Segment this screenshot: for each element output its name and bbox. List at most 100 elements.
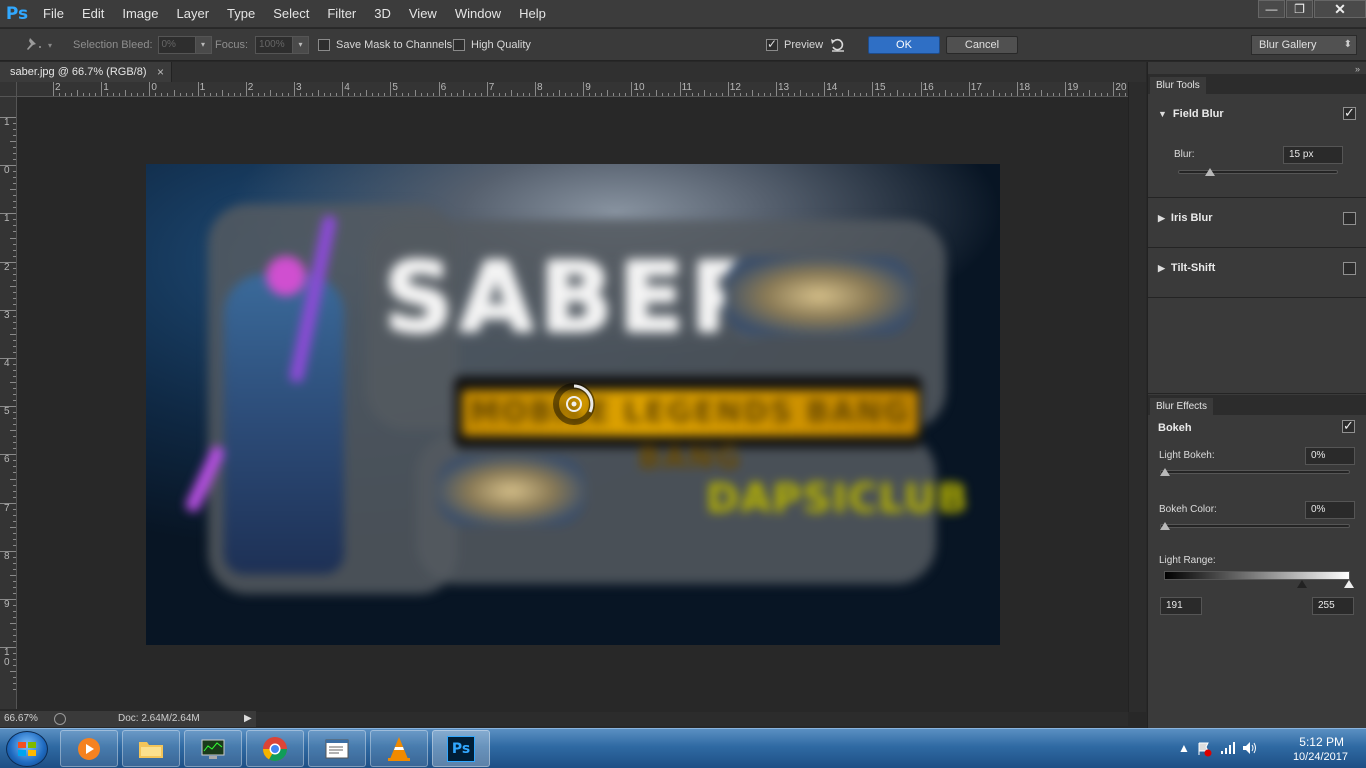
workspace-select[interactable]: Blur Gallery: [1251, 35, 1357, 55]
ruler-origin[interactable]: [0, 82, 17, 97]
light-range-high-input[interactable]: 255: [1312, 597, 1354, 615]
cancel-button[interactable]: Cancel: [946, 36, 1018, 54]
menu-type[interactable]: Type: [218, 0, 264, 28]
taskbar-notepad[interactable]: [308, 730, 366, 767]
high-quality-checkbox-box[interactable]: [453, 39, 465, 51]
menu-image[interactable]: Image: [113, 0, 167, 28]
preview-checkbox-box[interactable]: [766, 37, 778, 51]
menu-select[interactable]: Select: [264, 0, 318, 28]
bokeh-color-slider-thumb[interactable]: [1160, 522, 1170, 530]
focus-dropdown[interactable]: ▾: [293, 36, 310, 54]
tab-blur-tools[interactable]: Blur Tools: [1150, 77, 1206, 94]
tilt-shift-section: ▶ Tilt-Shift: [1148, 248, 1366, 298]
volume-icon[interactable]: [1242, 741, 1258, 755]
light-bokeh-input[interactable]: 0%: [1305, 447, 1355, 465]
ruler-tick: [468, 93, 470, 96]
preview-label: Preview: [784, 39, 824, 51]
ruler-tick: [336, 93, 338, 96]
menu-edit[interactable]: Edit: [73, 0, 113, 28]
taskbar-chrome[interactable]: [246, 730, 304, 767]
zoom-level[interactable]: 66.67%: [4, 713, 38, 724]
light-range-high-thumb[interactable]: [1344, 580, 1354, 588]
taskbar-vlc[interactable]: [370, 730, 428, 767]
ruler-tick: [221, 90, 223, 96]
menu-layer[interactable]: Layer: [168, 0, 219, 28]
ruler-tick: [312, 93, 314, 96]
ruler-tick: [13, 345, 16, 347]
action-center-flag-icon[interactable]: [1196, 741, 1212, 757]
vlc-cone-icon: [388, 736, 410, 761]
bokeh-color-input[interactable]: 0%: [1305, 501, 1355, 519]
horizontal-ruler[interactable]: 2 1 0 1 2 3 4 5 6 7 8 9 10 11 12 13 14 15 16 17 18 19 20: [17, 82, 1128, 97]
light-range-low-input[interactable]: 191: [1160, 597, 1202, 615]
bokeh-checkbox[interactable]: [1342, 418, 1355, 434]
field-blur-checkbox[interactable]: [1343, 105, 1356, 121]
status-icon[interactable]: [54, 713, 66, 725]
document-size: Doc: 2.64M/2.64M: [118, 713, 200, 724]
menu-3d[interactable]: 3D: [365, 0, 400, 28]
tool-preset-picker[interactable]: ▾: [22, 29, 52, 61]
preview-checkbox[interactable]: Preview: [766, 29, 823, 61]
menu-file[interactable]: File: [34, 0, 73, 28]
ruler-tick: [13, 315, 16, 317]
light-bokeh-slider-track[interactable]: [1160, 470, 1350, 474]
light-bokeh-slider-thumb[interactable]: [1160, 468, 1170, 476]
iris-blur-checkbox[interactable]: [1343, 212, 1356, 225]
vertical-scrollbar[interactable]: [1128, 82, 1146, 712]
selection-bleed-dropdown[interactable]: ▾: [195, 36, 212, 54]
selection-bleed-input[interactable]: 0%: [157, 36, 196, 54]
taskbar-media-player[interactable]: [60, 730, 118, 767]
status-menu-arrow-icon[interactable]: ▶: [244, 713, 252, 724]
menu-bar: Ps File Edit Image Layer Type Select Fil…: [0, 0, 1366, 28]
selection-bleed-group: Selection Bleed: 0% ▾: [73, 29, 212, 61]
ok-button[interactable]: OK: [868, 36, 940, 54]
menu-window[interactable]: Window: [446, 0, 510, 28]
tilt-shift-checkbox[interactable]: [1343, 262, 1356, 275]
close-button[interactable]: ✕: [1314, 0, 1366, 18]
ruler-tick: [13, 351, 16, 353]
clock-time[interactable]: 5:12 PM: [1299, 735, 1344, 749]
save-mask-checkbox[interactable]: Save Mask to Channels: [318, 29, 452, 61]
field-blur-header[interactable]: ▼ Field Blur: [1158, 108, 1224, 120]
iris-blur-header[interactable]: ▶ Iris Blur: [1158, 212, 1213, 224]
tilt-shift-header[interactable]: ▶ Tilt-Shift: [1158, 262, 1215, 274]
ruler-tick: [13, 159, 16, 161]
document-tab[interactable]: saber.jpg @ 66.7% (RGB/8) ×: [0, 62, 172, 82]
media-player-icon: [78, 737, 100, 760]
bokeh-color-slider-track[interactable]: [1160, 524, 1350, 528]
vertical-ruler[interactable]: 101234567891 0: [0, 97, 17, 709]
tab-blur-effects[interactable]: Blur Effects: [1150, 398, 1213, 415]
blur-slider-thumb[interactable]: [1205, 168, 1215, 176]
ruler-tick: [13, 321, 16, 323]
ruler-tick: [155, 93, 157, 96]
menu-view[interactable]: View: [400, 0, 446, 28]
ruler-tick: [553, 93, 555, 96]
taskbar-task-manager[interactable]: [184, 730, 242, 767]
menu-help[interactable]: Help: [510, 0, 555, 28]
minimize-button[interactable]: —: [1258, 0, 1285, 18]
close-tab-icon[interactable]: ×: [157, 62, 164, 82]
clock-date[interactable]: 10/24/2017: [1293, 751, 1348, 763]
save-mask-checkbox-box[interactable]: [318, 39, 330, 51]
high-quality-checkbox[interactable]: High Quality: [453, 29, 531, 61]
horizontal-scrollbar[interactable]: [256, 712, 1128, 726]
ruler-tick: [1035, 93, 1037, 96]
blur-slider-track[interactable]: [1178, 170, 1338, 174]
restore-button[interactable]: ❐: [1286, 0, 1313, 18]
taskbar-file-explorer[interactable]: [122, 730, 180, 767]
network-signal-icon[interactable]: [1220, 741, 1236, 755]
reset-pins-button[interactable]: [829, 29, 847, 61]
light-range-gradient[interactable]: [1164, 571, 1350, 580]
focus-input[interactable]: 100%: [255, 36, 294, 54]
show-hidden-icons-icon[interactable]: ▲: [1178, 741, 1190, 755]
ruler-tick: [13, 400, 16, 402]
taskbar-photoshop[interactable]: Ps: [432, 730, 490, 767]
ruler-tick: [13, 135, 16, 137]
start-button[interactable]: [6, 731, 48, 767]
blur-pin-icon[interactable]: [552, 382, 596, 426]
ruler-tick: [13, 243, 16, 245]
blur-amount-input[interactable]: 15 px: [1283, 146, 1343, 164]
collapse-panel-icon[interactable]: »: [1355, 64, 1360, 74]
light-range-low-thumb[interactable]: [1297, 580, 1307, 588]
menu-filter[interactable]: Filter: [318, 0, 365, 28]
